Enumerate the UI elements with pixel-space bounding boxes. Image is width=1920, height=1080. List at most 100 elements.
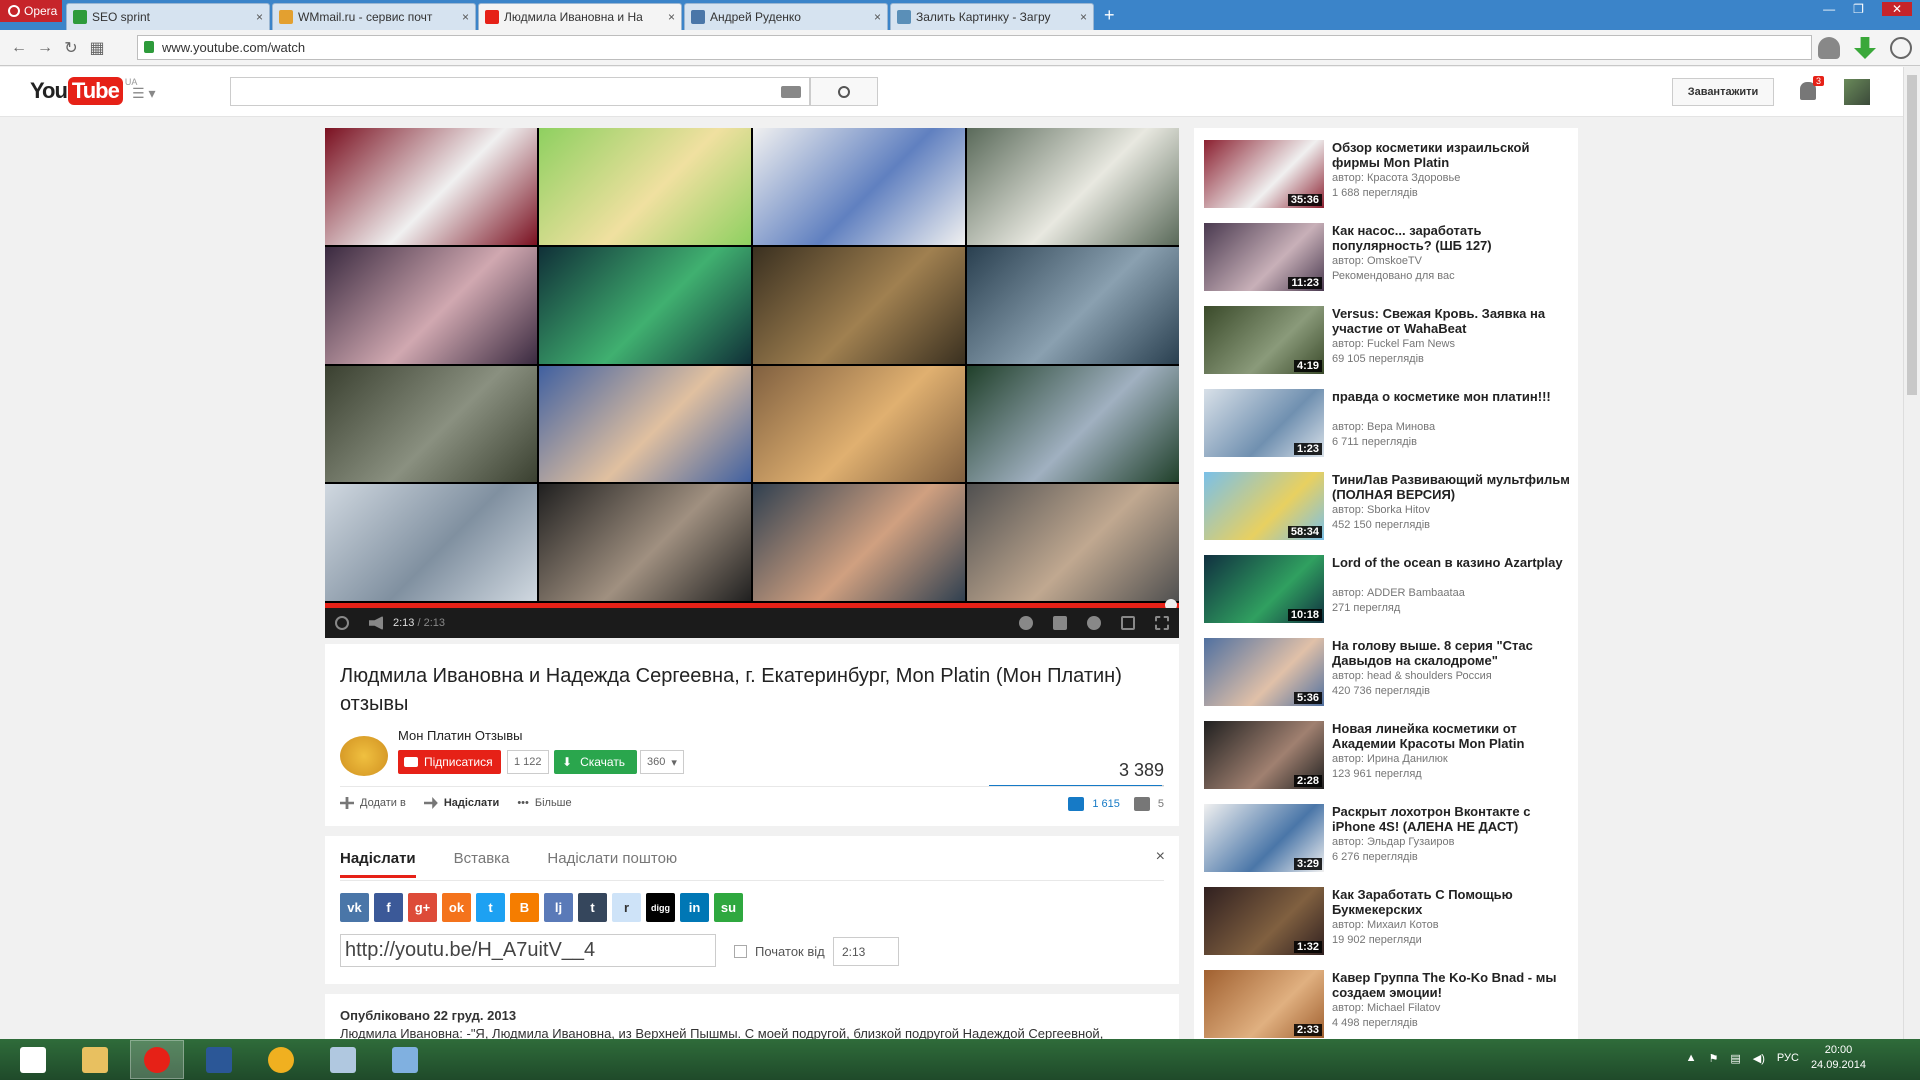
stash-heart-icon[interactable]	[1818, 37, 1840, 59]
vk-icon[interactable]: vk	[340, 893, 369, 922]
tumblr-icon[interactable]: t	[578, 893, 607, 922]
related-video-item[interactable]: 1:32 Как Заработать С Помощью Букмекерски…	[1204, 887, 1574, 957]
close-tab-icon[interactable]: ×	[668, 10, 675, 24]
close-tab-icon[interactable]: ×	[256, 10, 263, 24]
thumbs-up-icon[interactable]	[1068, 797, 1085, 811]
new-tab-button[interactable]: +	[1104, 5, 1115, 30]
taskbar-button[interactable]	[6, 1040, 60, 1079]
show-hidden-icons-icon[interactable]: ▲	[1686, 1052, 1697, 1064]
taskbar-button[interactable]	[130, 1040, 184, 1079]
channel-name[interactable]: Мон Платин Отзывы	[398, 728, 523, 743]
fullscreen-icon[interactable]	[1155, 616, 1169, 630]
thumbs-down-icon[interactable]	[1133, 797, 1150, 811]
related-video-item[interactable]: 35:36 Обзор косметики израильской фирмы M…	[1204, 140, 1574, 210]
volume-icon[interactable]	[369, 616, 383, 630]
video-thumbnail[interactable]: 3:29	[1204, 804, 1324, 872]
search-input[interactable]	[230, 77, 810, 106]
related-video-item[interactable]: 3:29 Раскрыт лохотрон Вконтакте с iPhone …	[1204, 804, 1574, 874]
back-icon[interactable]: ←	[6, 39, 32, 57]
close-tab-icon[interactable]: ×	[874, 10, 881, 24]
close-tab-icon[interactable]: ×	[462, 10, 469, 24]
facebook-icon[interactable]: f	[374, 893, 403, 922]
youtube-logo[interactable]: You Tube UA	[30, 77, 137, 105]
related-video-item[interactable]: 11:23 Как насос... заработать популярност…	[1204, 223, 1574, 293]
page-scrollbar-thumb[interactable]	[1907, 75, 1917, 395]
keyboard-icon[interactable]	[781, 86, 801, 98]
taskbar-button[interactable]	[192, 1040, 246, 1079]
share-button[interactable]: Надіслати	[423, 797, 499, 809]
video-thumbnail[interactable]: 1:23	[1204, 389, 1324, 457]
add-to-button[interactable]: Додати в	[340, 797, 406, 809]
video-player[interactable]: 2:13 / 2:13	[325, 128, 1179, 638]
video-thumbnail[interactable]: 1:32	[1204, 887, 1324, 955]
download-arrow-icon[interactable]	[1854, 37, 1876, 59]
taskbar-button[interactable]	[378, 1040, 432, 1079]
speed-dial-icon[interactable]: ▦	[84, 38, 110, 58]
related-video-title[interactable]: Versus: Свежая Кровь. Заявка на участие …	[1332, 306, 1572, 336]
video-thumbnail[interactable]: 2:28	[1204, 721, 1324, 789]
taskbar-button[interactable]	[316, 1040, 370, 1079]
flag-icon[interactable]: ⚑	[1709, 1052, 1719, 1065]
video-thumbnail[interactable]: 11:23	[1204, 223, 1324, 291]
browser-tab[interactable]: WMmail.ru - сервис почт ×	[272, 3, 476, 30]
channel-logo[interactable]	[340, 736, 388, 776]
related-video-title[interactable]: правда о косметике мон платин!!!	[1332, 389, 1572, 404]
blogger-icon[interactable]: B	[510, 893, 539, 922]
video-thumbnail[interactable]: 2:33	[1204, 970, 1324, 1038]
download-button[interactable]: ⬇ Скачать	[554, 750, 638, 774]
digg-icon[interactable]: digg	[646, 893, 675, 922]
taskbar-button[interactable]	[254, 1040, 308, 1079]
close-icon[interactable]: ×	[1156, 848, 1165, 866]
start-at-checkbox[interactable]	[734, 945, 747, 958]
settings-gear-icon[interactable]	[1087, 616, 1101, 630]
share-url-field[interactable]: http://youtu.be/H_A7uitV__4	[340, 934, 716, 967]
browser-tab[interactable]: Людмила Ивановна и На ×	[478, 3, 682, 30]
video-thumbnail[interactable]: 58:34	[1204, 472, 1324, 540]
page-scrollbar[interactable]	[1903, 67, 1920, 1039]
browser-tab[interactable]: SEO sprint ×	[66, 3, 270, 30]
restore-icon[interactable]: ❐	[1853, 2, 1864, 16]
related-video-item[interactable]: 2:28 Новая линейка косметики от Академии …	[1204, 721, 1574, 791]
browser-tab[interactable]: Залить Картинку - Загру ×	[890, 3, 1094, 30]
video-thumbnail[interactable]: 5:36	[1204, 638, 1324, 706]
related-video-title[interactable]: На голову выше. 8 серия "Стас Давыдов на…	[1332, 638, 1572, 668]
close-tab-icon[interactable]: ×	[1080, 10, 1087, 24]
forward-icon[interactable]: →	[32, 39, 58, 57]
video-thumbnail[interactable]: 35:36	[1204, 140, 1324, 208]
volume-icon[interactable]: ◀)	[1753, 1052, 1765, 1065]
related-video-item[interactable]: 58:34 ТиниЛав Развивающий мультфильм (ПОЛ…	[1204, 472, 1574, 542]
theater-mode-icon[interactable]	[1121, 616, 1135, 630]
related-video-title[interactable]: Новая линейка косметики от Академии Крас…	[1332, 721, 1572, 751]
related-video-item[interactable]: 2:33 Кавер Группа The Ko-Ko Bnad - мы соз…	[1204, 970, 1574, 1039]
share-tab[interactable]: Вставка	[454, 850, 510, 878]
upload-button[interactable]: Завантажити	[1672, 78, 1774, 106]
odnoklassniki-icon[interactable]: ok	[442, 893, 471, 922]
avatar[interactable]	[1844, 79, 1870, 105]
related-video-item[interactable]: 4:19 Versus: Свежая Кровь. Заявка на учас…	[1204, 306, 1574, 376]
opera-menu-button[interactable]: Opera	[0, 0, 62, 22]
minimize-icon[interactable]: —	[1823, 2, 1835, 16]
related-video-title[interactable]: Обзор косметики израильской фирмы Mon Pl…	[1332, 140, 1572, 170]
replay-icon[interactable]	[335, 616, 349, 630]
browser-tab[interactable]: Андрей Руденко ×	[684, 3, 888, 30]
related-video-title[interactable]: Как Заработать С Помощью Букмекерских	[1332, 887, 1572, 917]
start-time-field[interactable]: 2:13	[833, 937, 899, 966]
linkedin-icon[interactable]: in	[680, 893, 709, 922]
related-video-title[interactable]: Как насос... заработать популярность? (Ш…	[1332, 223, 1572, 253]
share-tab[interactable]: Надіслати поштою	[547, 850, 677, 878]
stumbleupon-icon[interactable]: su	[714, 893, 743, 922]
video-thumbnail[interactable]: 10:18	[1204, 555, 1324, 623]
related-video-title[interactable]: ТиниЛав Развивающий мультфильм (ПОЛНАЯ В…	[1332, 472, 1572, 502]
network-icon[interactable]: ▤	[1730, 1052, 1740, 1065]
download-quality-select[interactable]: 360 ▾	[640, 750, 684, 774]
url-field[interactable]: www.youtube.com/watch	[137, 35, 1812, 60]
video-thumbnail[interactable]: 4:19	[1204, 306, 1324, 374]
related-video-item[interactable]: 5:36 На голову выше. 8 серия "Стас Давыдо…	[1204, 638, 1574, 708]
twitter-icon[interactable]: t	[476, 893, 505, 922]
annotations-icon[interactable]	[1019, 616, 1033, 630]
livejournal-icon[interactable]: lj	[544, 893, 573, 922]
close-window-icon[interactable]: ✕	[1881, 2, 1912, 16]
taskbar-button[interactable]	[68, 1040, 122, 1079]
search-button[interactable]	[810, 77, 878, 106]
share-tab[interactable]: Надіслати	[340, 850, 416, 878]
